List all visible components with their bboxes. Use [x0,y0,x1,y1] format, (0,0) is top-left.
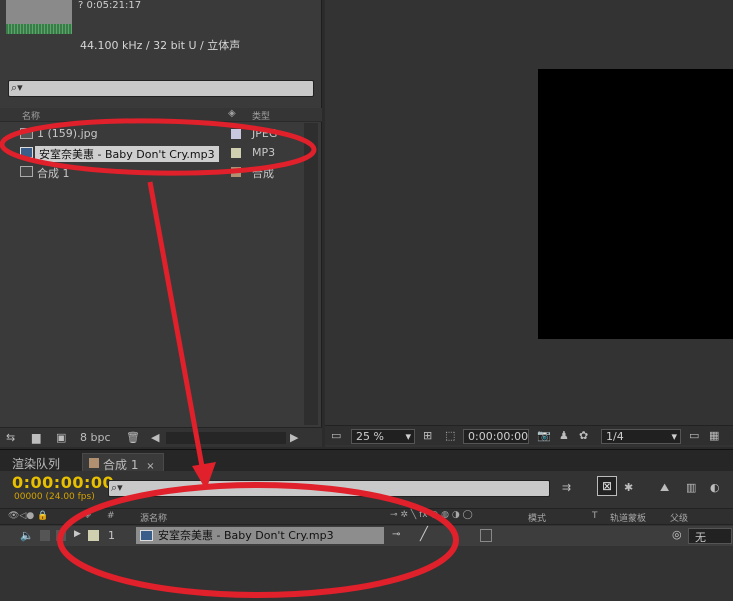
annotation-ellipse-timeline-layer [57,482,459,598]
annotation-arrow-shaft [147,181,206,473]
annotation-overlay [0,118,459,598]
annotation-ellipse-project-item [0,118,317,176]
